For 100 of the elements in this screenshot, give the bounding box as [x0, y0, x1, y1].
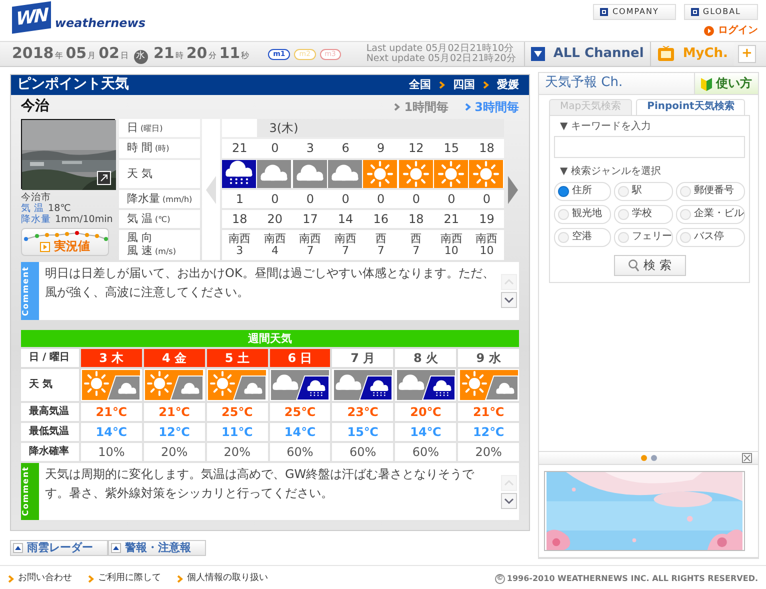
- play-icon: [704, 26, 714, 36]
- table-cell: 14℃: [270, 423, 330, 441]
- day-header: 4 金: [144, 349, 205, 367]
- chevron-icon: [8, 574, 14, 582]
- camera-reading: 気 温 18℃: [21, 204, 72, 214]
- radio-option[interactable]: 郵便番号: [676, 182, 745, 200]
- table-cell: 11℃: [206, 423, 268, 441]
- cloud-and-rain-cloud-icon: [396, 370, 455, 400]
- row-header: 降水量 (mm/h): [119, 190, 200, 208]
- table-cell: 60%: [395, 443, 456, 461]
- pager-dot[interactable]: [640, 455, 646, 461]
- table-cell: 14: [328, 210, 364, 228]
- cloud-and-rain-cloud-icon: [334, 370, 392, 400]
- top-link[interactable]: COMPANY: [593, 4, 676, 20]
- table-cell: 0: [257, 190, 293, 208]
- triangle-icon: [13, 543, 23, 553]
- table-cell: 21: [434, 210, 470, 228]
- update-time: Next update 05月02日21時20分: [366, 54, 516, 64]
- row-header: 気 温 (℃): [119, 210, 200, 228]
- radio-option[interactable]: 住所: [554, 182, 611, 200]
- line-chart-icon: [23, 230, 109, 241]
- wind-cell: 南西 3: [222, 230, 258, 260]
- hour-cell: 15: [434, 139, 470, 158]
- table-cell: 0: [363, 190, 398, 208]
- radio-option[interactable]: バス停: [676, 228, 745, 246]
- table-cell: 17: [292, 210, 328, 228]
- row-header: 風 向 風 速 (m/s): [119, 230, 200, 260]
- radio-option[interactable]: 学校: [614, 204, 673, 224]
- table-cell: 25℃: [270, 403, 330, 421]
- row-header: 日 (曜日): [119, 119, 200, 137]
- footer-link[interactable]: お問い合わせ: [8, 572, 72, 584]
- day-header: 7 月: [332, 349, 394, 367]
- table-cell: 20%: [144, 443, 205, 461]
- keyword-field[interactable]: [554, 136, 745, 158]
- footer-link[interactable]: ご利用に際して: [88, 572, 161, 584]
- scroll-down-icon[interactable]: [501, 493, 517, 509]
- logo-mark[interactable]: WN: [12, 1, 51, 34]
- table-cell: 0: [292, 190, 328, 208]
- date-part: 05 月: [66, 44, 97, 63]
- footer-link[interactable]: 個人情報の取り扱い: [177, 572, 268, 584]
- row-header: 最高気温: [21, 403, 79, 421]
- radio-option[interactable]: 企業・ビル: [676, 204, 745, 224]
- weekday-label: 水: [134, 50, 148, 64]
- leaf-icon: [701, 76, 712, 90]
- cloud-icon: [257, 160, 292, 188]
- chevron-icon: [464, 103, 471, 111]
- tv-icon: [656, 46, 675, 62]
- table-cell: 14℃: [395, 423, 456, 441]
- day-header: 5 土: [206, 349, 268, 367]
- date-part: 21 時: [154, 44, 184, 63]
- comment-text: 天気は周期的に変化します。気温は高めで、GW終盤は汗ばむ暑さとなりそうです。暑さ、紫外線対策をシッカリと行ってください。: [44, 466, 476, 502]
- sun-and-cloud-icon: [460, 370, 518, 400]
- table-cell: 18: [222, 210, 258, 228]
- day-header: 9 水: [458, 349, 519, 367]
- table-cell: 25℃: [206, 403, 268, 421]
- sun-and-cloud-icon: [208, 370, 266, 400]
- section-label: ▼ 検索ジャンルを選択: [560, 166, 662, 178]
- row-header: 天 気: [119, 160, 200, 188]
- day-header: 8 火: [395, 349, 456, 367]
- table-cell: 60%: [270, 443, 330, 461]
- radio-option[interactable]: フェリー: [614, 228, 673, 246]
- table-cell: 16: [363, 210, 398, 228]
- radio-option[interactable]: 駅: [614, 182, 673, 200]
- top-link[interactable]: GLOBAL: [684, 4, 758, 20]
- section-label: ▼ キーワードを入力: [560, 120, 652, 133]
- chevron-icon: [439, 81, 445, 89]
- panel-title: ピンポイント天気: [17, 76, 129, 94]
- chevron-icon: [483, 81, 489, 89]
- chevron-icon: [177, 574, 183, 582]
- cloud-icon: [292, 160, 327, 188]
- table-cell: 12℃: [458, 423, 519, 441]
- square-icon: [690, 8, 699, 16]
- radio-button[interactable]: [558, 186, 569, 196]
- search-button[interactable]: 検 索: [614, 254, 686, 276]
- rain-cloud-icon: [222, 160, 256, 188]
- breadcrumb-link[interactable]: 四国: [453, 78, 475, 92]
- radio-option[interactable]: 観光地: [554, 204, 611, 224]
- table-cell: 0: [328, 190, 364, 208]
- bottom-tab[interactable]: 警報・注意報: [108, 540, 206, 556]
- breadcrumb-link[interactable]: 全国: [409, 78, 431, 92]
- breadcrumb-link[interactable]: 愛媛: [497, 78, 519, 92]
- sun-icon: [469, 160, 504, 188]
- right-arrow-icon[interactable]: [507, 176, 520, 204]
- help-button[interactable]: 使い方: [694, 73, 758, 94]
- hour-cell: 0: [257, 139, 293, 158]
- hour-cell: 3: [292, 139, 328, 158]
- wind-cell: 南西 7: [292, 230, 328, 260]
- pager-dot[interactable]: [650, 455, 656, 461]
- chevron-icon: [88, 574, 94, 582]
- search-tab[interactable]: Pinpoint天気検索: [636, 99, 746, 114]
- hour-cell: 12: [398, 139, 434, 158]
- comment-text: 明日は日差しが届いて、お出かけOK。昼間は過ごしやすい体感となります。ただ、風が強く、高波に注意してください。: [44, 265, 496, 301]
- table-cell: 60%: [332, 443, 394, 461]
- scroll-down-icon[interactable]: [501, 292, 517, 308]
- radio-option[interactable]: 空港: [554, 228, 611, 246]
- logo-text[interactable]: weathernews: [54, 16, 146, 31]
- left-arrow-icon[interactable]: [205, 176, 217, 204]
- bottom-tab[interactable]: 雨雲レーダー: [10, 540, 108, 556]
- table-cell: 20℃: [395, 403, 456, 421]
- table-cell: 14℃: [81, 423, 142, 441]
